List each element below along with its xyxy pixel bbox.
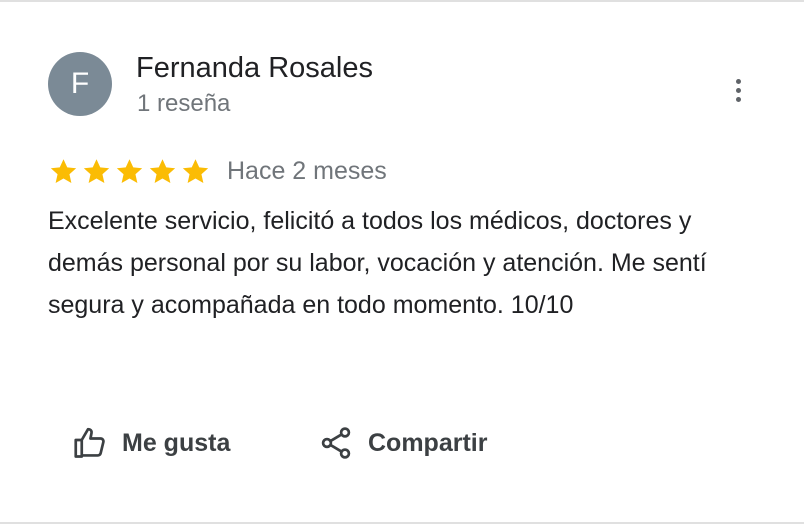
like-button[interactable]: Me gusta xyxy=(72,420,230,466)
more-options-button[interactable] xyxy=(718,68,758,112)
avatar[interactable]: F xyxy=(48,52,112,116)
star-icon xyxy=(83,158,110,183)
share-button[interactable]: Compartir xyxy=(318,420,487,466)
share-label: Compartir xyxy=(368,428,488,457)
star-icon xyxy=(116,158,143,183)
share-icon xyxy=(321,427,351,459)
review-time: Hace 2 meses xyxy=(227,156,387,185)
more-dot xyxy=(735,87,741,93)
star-icon xyxy=(182,158,209,183)
more-vert-icon xyxy=(735,78,741,102)
rating-row: Hace 2 meses xyxy=(48,154,387,188)
like-label: Me gusta xyxy=(122,428,231,457)
more-dot xyxy=(735,78,741,84)
review-count[interactable]: 1 reseña xyxy=(137,90,230,118)
thumb-up-icon xyxy=(74,427,105,458)
star-icon xyxy=(50,158,77,183)
review-card: F Fernanda Rosales 1 reseña Hace 2 meses… xyxy=(0,0,804,524)
star-rating xyxy=(48,156,211,187)
reviewer-name[interactable]: Fernanda Rosales xyxy=(136,52,373,85)
avatar-initial: F xyxy=(70,67,90,100)
more-dot xyxy=(735,96,741,102)
review-text: Excelente servicio, felicitó a todos los… xyxy=(48,207,707,319)
star-icon xyxy=(149,158,176,183)
